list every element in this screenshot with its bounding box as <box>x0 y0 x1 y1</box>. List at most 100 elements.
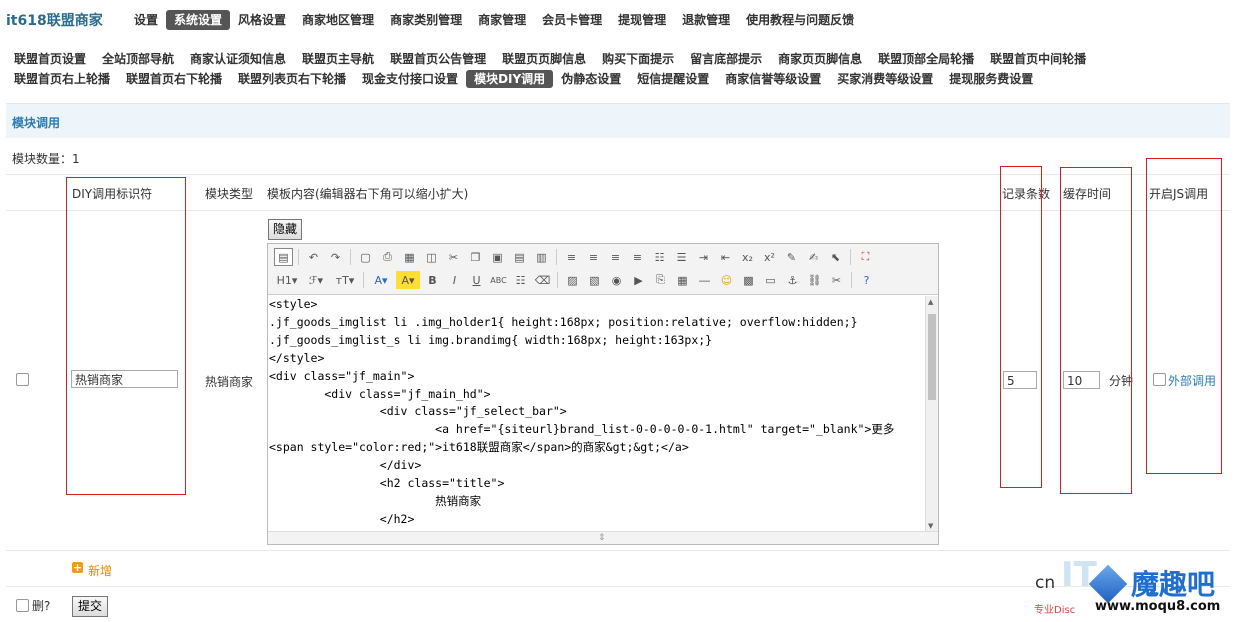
subscript-icon[interactable]: x₂ <box>738 248 757 266</box>
sub-nav-item-2[interactable]: 商家认证须知信息 <box>182 50 294 68</box>
align-left-icon[interactable]: ≡ <box>562 248 581 266</box>
cut-icon[interactable]: ✂ <box>444 248 463 266</box>
undo-icon[interactable]: ↶ <box>304 248 323 266</box>
sub-nav-item-10[interactable]: 联盟首页中间轮播 <box>982 50 1094 68</box>
sub-nav-item-8[interactable]: 商家页页脚信息 <box>770 50 870 68</box>
sub-nav-item-0[interactable]: 联盟首页设置 <box>6 50 94 68</box>
link-icon[interactable]: ⛓ <box>805 271 824 289</box>
quick-format-icon[interactable]: ✍ <box>804 248 823 266</box>
clear-format-icon[interactable]: ✎ <box>782 248 801 266</box>
watermark-tag: 专业Disc <box>1034 605 1076 616</box>
flash-icon[interactable]: ◉ <box>607 271 626 289</box>
font-color-icon[interactable]: A▾ <box>369 271 393 289</box>
source-icon[interactable]: ▤ <box>274 248 293 266</box>
unordered-list-icon[interactable]: ☰ <box>672 248 691 266</box>
copy-icon[interactable]: ❐ <box>466 248 485 266</box>
insert-image-icon[interactable]: ▩ <box>739 271 758 289</box>
image-icon[interactable]: ▨ <box>563 271 582 289</box>
font-size-icon[interactable]: тT▾ <box>332 271 358 289</box>
template-editor[interactable]: ▤ ↶ ↷ ▢ ⎙ ▦ ◫ ✂ ❐ ▣ ▤ ▥ ≡ ≡ ≡ ≡ ☷ ☰ ⇥ ⇤ … <box>267 243 939 545</box>
sub-nav-item-5[interactable]: 伪静态设置 <box>553 70 629 88</box>
module-type-value: 热销商家 <box>205 375 254 389</box>
heading-icon[interactable]: H1▾ <box>274 271 300 289</box>
outdent-icon[interactable]: ⇤ <box>716 248 735 266</box>
sub-nav-item-5[interactable]: 联盟页页脚信息 <box>494 50 594 68</box>
align-center-icon[interactable]: ≡ <box>584 248 603 266</box>
help-icon[interactable]: ? <box>857 271 876 289</box>
editor-resize-handle[interactable]: ⇕ <box>268 531 938 544</box>
sub-nav-item-0[interactable]: 联盟首页右上轮播 <box>6 70 118 88</box>
watermark-url: www.moqu8.com <box>1095 599 1221 614</box>
unlink-icon[interactable]: ✂ <box>827 271 846 289</box>
row-select-checkbox[interactable] <box>16 373 29 386</box>
align-right-icon[interactable]: ≡ <box>606 248 625 266</box>
sub-nav-item-3[interactable]: 联盟页主导航 <box>294 50 382 68</box>
superscript-icon[interactable]: x² <box>760 248 779 266</box>
editor-code-area[interactable]: <style> .jf_goods_imglist li .img_holder… <box>268 296 924 532</box>
table-icon[interactable]: ▦ <box>673 271 692 289</box>
top-nav-item-3[interactable]: 商家地区管理 <box>294 10 382 30</box>
top-nav-item-9[interactable]: 使用教程与问题反馈 <box>738 10 862 30</box>
italic-icon[interactable]: I <box>445 271 464 289</box>
hr-icon[interactable]: ― <box>695 271 714 289</box>
add-link[interactable]: 新增 <box>88 562 112 579</box>
sub-nav-item-9[interactable]: 联盟顶部全局轮播 <box>870 50 982 68</box>
editor-scrollbar[interactable]: ▲ ▼ <box>925 296 938 532</box>
pagebreak-icon[interactable]: ▭ <box>761 271 780 289</box>
top-nav-item-7[interactable]: 提现管理 <box>610 10 674 30</box>
sub-nav-item-4[interactable]: 模块DIY调用 <box>466 70 554 88</box>
select-all-icon[interactable]: ⬉ <box>826 248 845 266</box>
media-icon[interactable]: ▶ <box>629 271 648 289</box>
top-nav-item-0[interactable]: 设置 <box>126 10 166 30</box>
preview-icon[interactable]: ▢ <box>356 248 375 266</box>
submit-button[interactable]: 提交 <box>72 596 108 617</box>
align-justify-icon[interactable]: ≡ <box>628 248 647 266</box>
highlight-icon[interactable]: A▾ <box>396 271 420 289</box>
indent-icon[interactable]: ⇥ <box>694 248 713 266</box>
line-height-icon[interactable]: ☷ <box>511 271 530 289</box>
sub-nav-item-9[interactable]: 提现服务费设置 <box>941 70 1041 88</box>
top-nav-item-1[interactable]: 系统设置 <box>166 10 231 30</box>
top-nav-item-2[interactable]: 风格设置 <box>230 10 294 30</box>
multi-image-icon[interactable]: ▧ <box>585 271 604 289</box>
add-icon[interactable]: + <box>72 562 83 573</box>
top-nav-item-5[interactable]: 商家管理 <box>470 10 534 30</box>
fullscreen-icon[interactable]: ⛶ <box>856 248 875 266</box>
template-icon[interactable]: ▦ <box>400 248 419 266</box>
sub-nav-row-2: 联盟首页右上轮播 联盟首页右下轮播 联盟列表页右下轮播 现金支付接口设置 模块DIY调用… <box>6 70 1230 88</box>
ordered-list-icon[interactable]: ☷ <box>650 248 669 266</box>
sub-nav-item-7[interactable]: 留言底部提示 <box>682 50 770 68</box>
font-family-icon[interactable]: ℱ▾ <box>303 271 329 289</box>
sub-nav-item-4[interactable]: 联盟首页公告管理 <box>382 50 494 68</box>
top-nav-item-6[interactable]: 会员卡管理 <box>534 10 610 30</box>
delete-checkbox[interactable] <box>16 599 29 612</box>
eraser-icon[interactable]: ⌫ <box>533 271 552 289</box>
scrollbar-thumb[interactable] <box>928 314 936 400</box>
code-icon[interactable]: ◫ <box>422 248 441 266</box>
sub-nav-item-6[interactable]: 购买下面提示 <box>594 50 682 68</box>
strikethrough-icon[interactable]: ABC <box>489 271 508 289</box>
emoticon-icon[interactable]: ☺ <box>717 271 736 289</box>
top-nav-item-4[interactable]: 商家类别管理 <box>382 10 470 30</box>
paste-word-icon[interactable]: ▥ <box>532 248 551 266</box>
redo-icon[interactable]: ↷ <box>326 248 345 266</box>
sub-nav-item-6[interactable]: 短信提醒设置 <box>629 70 717 88</box>
hide-editor-button[interactable]: 隐藏 <box>268 219 302 240</box>
bold-icon[interactable]: B <box>423 271 442 289</box>
paste-icon[interactable]: ▣ <box>488 248 507 266</box>
top-nav: 设置 系统设置 风格设置 商家地区管理 商家类别管理 商家管理 会员卡管理 提现管理 退款管理使… <box>126 10 862 30</box>
site-logo: it618联盟商家 <box>6 13 103 29</box>
sub-nav-item-2[interactable]: 联盟列表页右下轮播 <box>230 70 354 88</box>
sub-nav-item-7[interactable]: 商家信誉等级设置 <box>717 70 829 88</box>
sub-nav-item-8[interactable]: 买家消费等级设置 <box>829 70 941 88</box>
sub-nav-item-1[interactable]: 联盟首页右下轮播 <box>118 70 230 88</box>
print-icon[interactable]: ⎙ <box>378 248 397 266</box>
sub-nav-item-3[interactable]: 现金支付接口设置 <box>354 70 466 88</box>
resize-grip-icon[interactable]: ⇕ <box>598 533 606 543</box>
underline-icon[interactable]: U <box>467 271 486 289</box>
attachment-icon[interactable]: ⎘ <box>651 271 670 289</box>
anchor-icon[interactable]: ⚓ <box>783 271 802 289</box>
sub-nav-item-1[interactable]: 全站顶部导航 <box>94 50 182 68</box>
top-nav-item-8[interactable]: 退款管理 <box>674 10 738 30</box>
paste-text-icon[interactable]: ▤ <box>510 248 529 266</box>
